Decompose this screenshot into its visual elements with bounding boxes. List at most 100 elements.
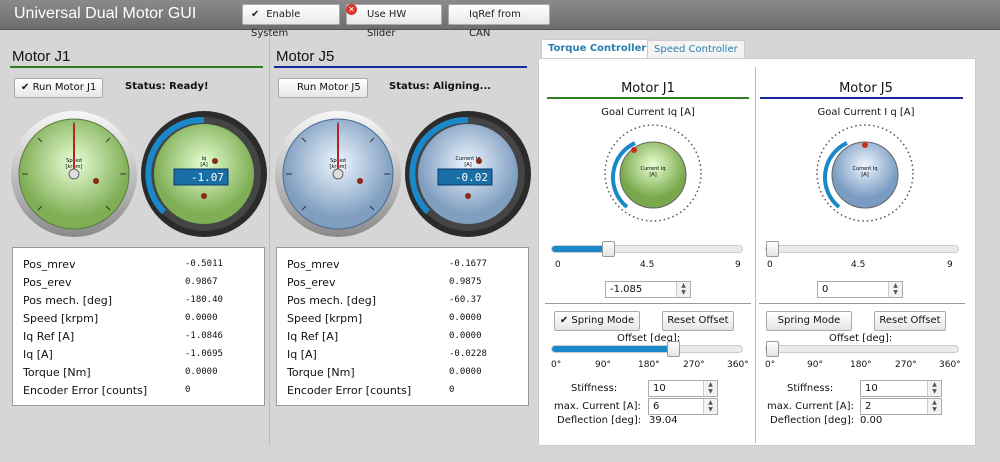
max-current-label: max. Current [A]: — [767, 401, 854, 412]
speed-gauge: Speed [krpm] — [11, 111, 137, 237]
deflection-label: Deflection [deg]: — [770, 415, 855, 426]
tab-torque-controller[interactable]: Torque Controller — [541, 39, 654, 60]
spin-arrows-icon[interactable]: ▲ ▼ — [888, 282, 902, 297]
max-current-spinbox[interactable]: 6 ▲ ▼ — [648, 398, 718, 415]
goal-current-label: Goal Current Iq [A] — [601, 107, 695, 118]
motor-panel-j5: Motor J5 Run Motor J5 Status: Aligning..… — [264, 30, 532, 450]
deflection-label: Deflection [deg]: — [557, 415, 642, 426]
goal-current-label: Goal Current I q [A] — [817, 107, 915, 118]
separator — [545, 303, 751, 304]
slider-thumb[interactable] — [667, 341, 680, 357]
info-row: Speed [krpm] 0.0000 — [23, 312, 218, 325]
checkmark-icon: ✔ — [251, 9, 260, 20]
torque-controller-panel: Motor J1 Goal Current Iq [A] Current Iq … — [538, 58, 976, 446]
use-hw-slider-button[interactable]: ✕ Use HW Slider — [346, 4, 442, 39]
iq-gauge-unit: [A] — [464, 162, 471, 168]
spin-arrows-icon[interactable]: ▲ ▼ — [676, 282, 690, 297]
controller-underline — [760, 97, 963, 99]
knob-unit: [A] — [861, 172, 868, 178]
slider-tick: 9 — [947, 260, 953, 270]
spin-arrows-icon[interactable]: ▲ ▼ — [927, 399, 941, 414]
reset-offset-button[interactable]: Reset Offset — [874, 311, 946, 331]
info-row: Pos mech. [deg] -60.37 — [287, 294, 482, 307]
slider-tick: 4.5 — [851, 260, 866, 270]
spring-mode-button[interactable]: Spring Mode — [766, 311, 852, 331]
offset-tick: 180° — [850, 360, 872, 370]
enable-system-button[interactable]: ✔ Enable System — [242, 4, 340, 39]
info-row: Iq Ref [A] -1.0846 — [23, 330, 223, 343]
offset-tick: 0° — [765, 360, 776, 370]
max-current-label: max. Current [A]: — [554, 401, 641, 412]
run-motor-j1-button[interactable]: ✔ Run Motor J1 — [14, 78, 104, 98]
goal-current-slider[interactable] — [551, 241, 743, 257]
slider-thumb[interactable] — [766, 341, 779, 357]
title-bar: Universal Dual Motor GUI ✔ Enable System… — [0, 0, 1000, 39]
offset-tick: 360° — [727, 360, 749, 370]
offset-tick: 270° — [683, 360, 705, 370]
deflection-value: 39.04 — [649, 415, 678, 426]
slider-tick: 0 — [767, 260, 773, 270]
info-row: Pos_erev 0.9867 — [23, 276, 218, 289]
motor-title-underline — [274, 66, 527, 68]
goal-current-slider[interactable] — [765, 241, 959, 257]
info-row: Iq [A] -0.0228 — [287, 348, 487, 361]
knob-indicator — [862, 142, 868, 148]
slider-thumb[interactable] — [602, 241, 615, 257]
slider-thumb[interactable] — [766, 241, 779, 257]
status-text: Status: Aligning... — [389, 81, 492, 92]
info-row: Iq [A] -1.0695 — [23, 348, 223, 361]
goal-current-spinbox[interactable]: 0 ▲ ▼ — [817, 281, 903, 298]
stiffness-label: Stiffness: — [787, 383, 834, 394]
reset-offset-button[interactable]: Reset Offset — [662, 311, 734, 331]
spring-mode-button[interactable]: ✔ Spring Mode — [554, 311, 640, 331]
offset-tick: 360° — [939, 360, 961, 370]
checkmark-icon: ✔ — [559, 315, 572, 326]
slider-tick: 9 — [735, 260, 741, 270]
offset-tick: 90° — [807, 360, 823, 370]
motor-panel-j1: Motor J1 ✔ Run Motor J1 Status: Ready! S… — [0, 30, 268, 450]
offset-tick: 270° — [895, 360, 917, 370]
goal-current-knob[interactable]: Current Iq [A] — [813, 121, 917, 225]
offset-slider[interactable] — [551, 341, 743, 357]
stiffness-label: Stiffness: — [571, 383, 618, 394]
iq-gauge: Current Iq [A] -0.02 — [405, 111, 531, 237]
app-title: Universal Dual Motor GUI — [14, 5, 197, 22]
slider-tick: 0 — [555, 260, 561, 270]
info-box: Pos_mrev -0.5011 Pos_erev 0.9867 Pos mech.… — [12, 247, 265, 406]
controller-underline — [547, 97, 749, 99]
iqref-from-can-button[interactable]: IqRef from CAN — [448, 4, 550, 39]
spin-arrows-icon[interactable]: ▲ ▼ — [927, 381, 941, 396]
tab-speed-controller[interactable]: Speed Controller — [647, 40, 745, 59]
deflection-value: 0.00 — [860, 415, 883, 426]
iq-gauge-unit: [A] — [200, 162, 207, 168]
iq-readout: -0.02 — [455, 171, 488, 184]
slider-tick: 4.5 — [640, 260, 655, 270]
separator — [759, 303, 965, 304]
info-row: Pos_erev 0.9875 — [287, 276, 482, 289]
iq-readout: -1.07 — [191, 171, 224, 184]
spin-arrows-icon[interactable]: ▲ ▼ — [703, 381, 717, 396]
status-text: Status: Ready! — [125, 81, 209, 92]
offset-slider[interactable] — [765, 341, 959, 357]
max-current-spinbox[interactable]: 2 ▲ ▼ — [860, 398, 942, 415]
controller-title: Motor J5 — [839, 81, 893, 96]
info-row: Torque [Nm] 0.0000 — [23, 366, 218, 379]
stiffness-spinbox[interactable]: 10 ▲ ▼ — [860, 380, 942, 397]
goal-current-knob[interactable]: Current Iq [A] — [601, 121, 705, 225]
motor-title: Motor J5 — [276, 48, 335, 65]
info-row: Encoder Error [counts] 0 — [23, 384, 191, 397]
goal-current-spinbox[interactable]: -1.085 ▲ ▼ — [605, 281, 691, 298]
controller-j1: Motor J1 Goal Current Iq [A] Current Iq … — [539, 59, 757, 447]
info-row: Speed [krpm] 0.0000 — [287, 312, 482, 325]
info-box: Pos_mrev -0.1677 Pos_erev 0.9875 Pos mech.… — [276, 247, 529, 406]
motor-title-underline — [10, 66, 263, 68]
stiffness-spinbox[interactable]: 10 ▲ ▼ — [648, 380, 718, 397]
controller-j5: Motor J5 Goal Current I q [A] Current Iq… — [757, 59, 975, 447]
info-row: Pos_mrev -0.1677 — [287, 258, 487, 271]
offset-tick: 90° — [595, 360, 611, 370]
info-row: Pos mech. [deg] -180.40 — [23, 294, 223, 307]
divider — [755, 67, 756, 443]
spin-arrows-icon[interactable]: ▲ ▼ — [703, 399, 717, 414]
knob-unit: [A] — [649, 172, 656, 178]
run-motor-j5-button[interactable]: Run Motor J5 — [278, 78, 368, 98]
